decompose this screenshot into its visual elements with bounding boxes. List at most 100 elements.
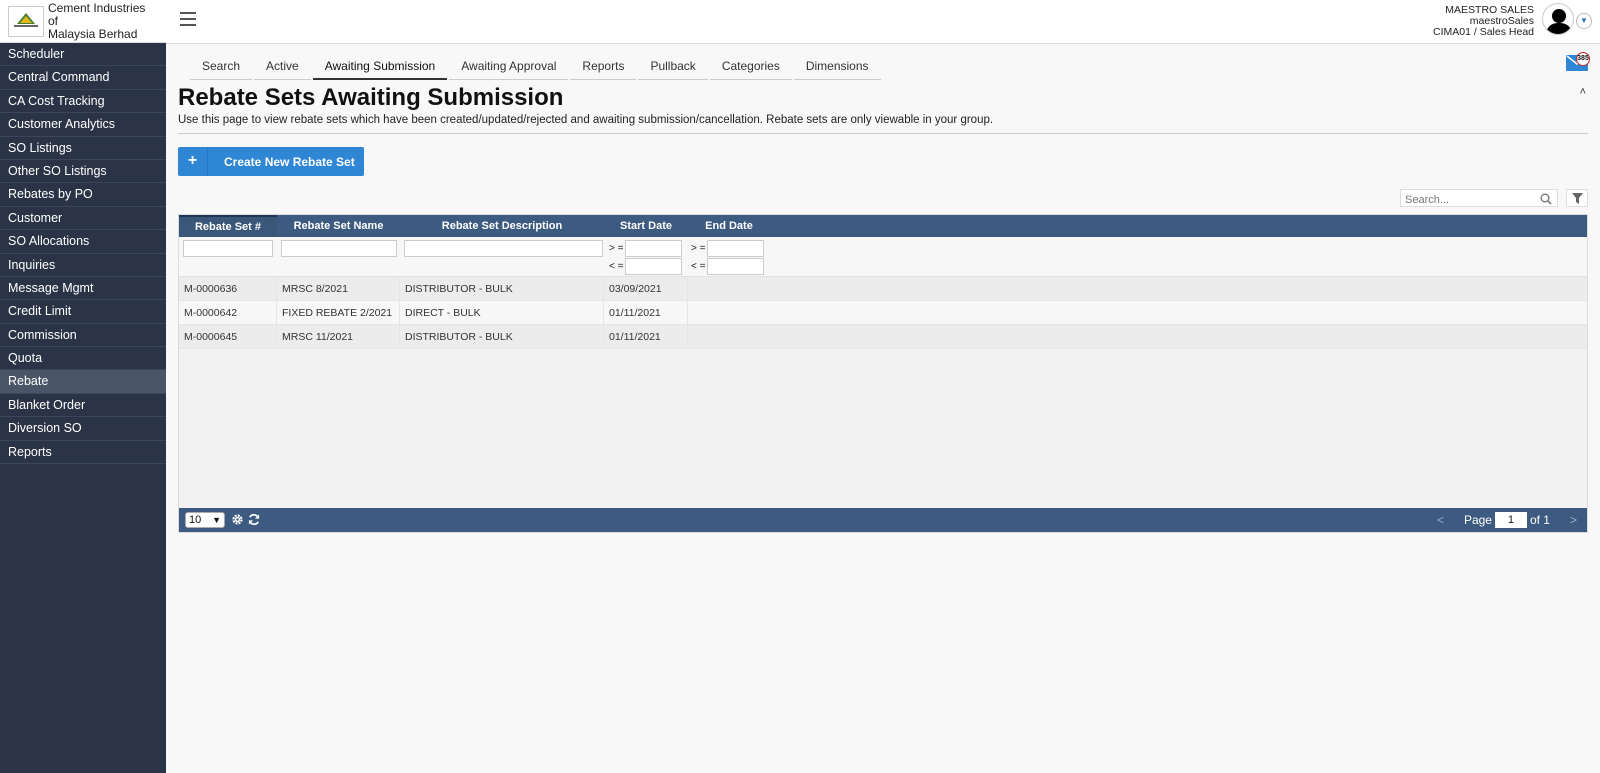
tab-awaiting-approval[interactable]: Awaiting Approval <box>449 55 569 80</box>
brand-header[interactable]: Cement Industries of Malaysia Berhad <box>0 0 166 43</box>
cell-rebate-set-no: M-0000645 <box>179 325 277 348</box>
end-date-lte-label: < = <box>691 261 706 272</box>
filter-rebate-set-no-input[interactable] <box>183 240 273 257</box>
filter-icon <box>1571 192 1583 204</box>
company-name: Cement Industries of Malaysia Berhad <box>48 0 158 41</box>
tab-pullback[interactable]: Pullback <box>638 55 708 80</box>
divider <box>178 133 1588 134</box>
cell-rebate-set-description: DIRECT - BULK <box>400 301 604 324</box>
create-new-rebate-set-button[interactable]: + Create New Rebate Set <box>178 147 364 176</box>
filter-rebate-set-description-input[interactable] <box>404 240 603 257</box>
gear-icon[interactable] <box>231 513 244 529</box>
sidebar-item-inquiries[interactable]: Inquiries <box>0 254 166 277</box>
sidebar-item-customer-analytics[interactable]: Customer Analytics <box>0 113 166 137</box>
hamburger-menu-icon[interactable] <box>180 12 196 26</box>
sidebar-item-so-listings[interactable]: SO Listings <box>0 137 166 160</box>
cell-rebate-set-name: MRSC 11/2021 <box>277 325 400 348</box>
sidebar-item-customer[interactable]: Customer <box>0 207 166 231</box>
cell-rebate-set-description: DISTRIBUTOR - BULK <box>400 277 604 300</box>
search-input[interactable] <box>1401 192 1531 208</box>
filter-start-date-from-input[interactable] <box>625 240 682 257</box>
sidebar-item-rebate[interactable]: Rebate <box>0 370 166 394</box>
column-header-end-date[interactable]: End Date <box>688 215 770 237</box>
column-header-rebate-set-description[interactable]: Rebate Set Description <box>400 215 604 237</box>
cell-start-date: 01/11/2021 <box>604 301 688 324</box>
cell-end-date <box>688 301 770 324</box>
page-label: Page <box>1463 513 1492 527</box>
filter-end-date-to-input[interactable] <box>707 258 764 275</box>
page-number-input[interactable] <box>1494 512 1527 528</box>
sidebar-item-rebates-by-po[interactable]: Rebates by PO <box>0 183 166 207</box>
end-date-gte-label: > = <box>691 243 706 254</box>
filter-button[interactable] <box>1566 189 1588 207</box>
search-box <box>1400 189 1558 210</box>
tab-dimensions[interactable]: Dimensions <box>793 55 881 80</box>
avatar[interactable] <box>1542 3 1574 35</box>
cell-rebate-set-name: MRSC 8/2021 <box>277 277 400 300</box>
top-bar: MAESTRO SALES maestroSales CIMA01 / Sale… <box>166 0 1600 44</box>
cell-end-date <box>688 325 770 348</box>
refresh-icon[interactable] <box>247 513 261 529</box>
tab-reports[interactable]: Reports <box>570 55 637 80</box>
next-page-button[interactable]: > <box>1570 513 1577 527</box>
company-name-line2: Malaysia Berhad <box>48 26 138 41</box>
column-header-rebate-set-no[interactable]: Rebate Set # <box>179 215 277 237</box>
cell-start-date: 01/11/2021 <box>604 325 688 348</box>
sidebar-item-central-command[interactable]: Central Command <box>0 66 166 90</box>
column-header-start-date[interactable]: Start Date <box>604 215 688 237</box>
tab-awaiting-submission[interactable]: Awaiting Submission <box>312 55 448 80</box>
cell-end-date <box>688 277 770 300</box>
sidebar-item-commission[interactable]: Commission <box>0 324 166 348</box>
rebate-sets-grid: Rebate Set # Rebate Set Name Rebate Set … <box>178 214 1588 533</box>
sidebar-item-so-allocations[interactable]: SO Allocations <box>0 230 166 254</box>
cell-rebate-set-no: M-0000636 <box>179 277 277 300</box>
page-size-select[interactable]: 10 ▼ <box>185 512 225 528</box>
sidebar-nav: Scheduler Central Command CA Cost Tracki… <box>0 43 166 465</box>
sidebar-item-diversion-so[interactable]: Diversion SO <box>0 417 166 441</box>
prev-page-button[interactable]: < <box>1437 513 1444 527</box>
table-row[interactable]: M-0000645 MRSC 11/2021 DISTRIBUTOR - BUL… <box>179 325 1587 349</box>
sidebar-item-quota[interactable]: Quota <box>0 347 166 371</box>
create-button-label: Create New Rebate Set <box>224 154 355 169</box>
page-of-label: of 1 <box>1529 513 1550 527</box>
cell-rebate-set-name: FIXED REBATE 2/2021 <box>277 301 400 324</box>
filter-start-date-to-input[interactable] <box>625 258 682 275</box>
tab-categories[interactable]: Categories <box>709 55 792 80</box>
table-row[interactable]: M-0000642 FIXED REBATE 2/2021 DIRECT - B… <box>179 301 1587 325</box>
sidebar-item-other-so-listings[interactable]: Other SO Listings <box>0 160 166 184</box>
sidebar-item-credit-limit[interactable]: Credit Limit <box>0 300 166 324</box>
tab-bar: Search Active Awaiting Submission Awaiti… <box>190 55 883 80</box>
pagination: < Page of 1 > <box>1437 508 1577 532</box>
notification-badge: 385 <box>1576 52 1590 66</box>
user-menu-chevron-down-icon[interactable]: ▼ <box>1576 13 1592 29</box>
page-size-value: 10 <box>189 514 202 526</box>
sidebar-item-scheduler[interactable]: Scheduler <box>0 43 166 67</box>
page-description: Use this page to view rebate sets which … <box>178 114 994 126</box>
chevron-down-icon: ▼ <box>212 515 221 525</box>
filter-rebate-set-name-input[interactable] <box>281 240 397 257</box>
sidebar-item-blanket-order[interactable]: Blanket Order <box>0 394 166 418</box>
cell-start-date: 03/09/2021 <box>604 277 688 300</box>
table-row[interactable]: M-0000636 MRSC 8/2021 DISTRIBUTOR - BULK… <box>179 277 1587 301</box>
sidebar-item-reports[interactable]: Reports <box>0 441 166 465</box>
cell-rebate-set-description: DISTRIBUTOR - BULK <box>400 325 604 348</box>
tab-search[interactable]: Search <box>190 55 253 80</box>
grid-header: Rebate Set # Rebate Set Name Rebate Set … <box>179 215 1587 237</box>
page-title: Rebate Sets Awaiting Submission <box>178 84 564 111</box>
start-date-lte-label: < = <box>609 261 624 272</box>
tab-active[interactable]: Active <box>254 55 311 80</box>
user-info: MAESTRO SALES maestroSales CIMA01 / Sale… <box>1433 5 1534 38</box>
sidebar-item-message-mgmt[interactable]: Message Mgmt <box>0 277 166 301</box>
search-icon[interactable] <box>1540 192 1552 210</box>
user-role: CIMA01 / Sales Head <box>1433 26 1534 38</box>
sidebar-item-ca-cost-tracking[interactable]: CA Cost Tracking <box>0 90 166 114</box>
filter-end-date-from-input[interactable] <box>707 240 764 257</box>
company-logo <box>8 5 44 37</box>
column-header-rebate-set-name[interactable]: Rebate Set Name <box>277 215 400 237</box>
collapse-chevron-up-icon[interactable]: ˄ <box>1580 86 1586 98</box>
start-date-gte-label: > = <box>609 243 624 254</box>
cell-rebate-set-no: M-0000642 <box>179 301 277 324</box>
sidebar: Cement Industries of Malaysia Berhad Sch… <box>0 0 166 773</box>
company-name-line1: Cement Industries of <box>48 0 146 28</box>
plus-icon: + <box>178 147 208 176</box>
